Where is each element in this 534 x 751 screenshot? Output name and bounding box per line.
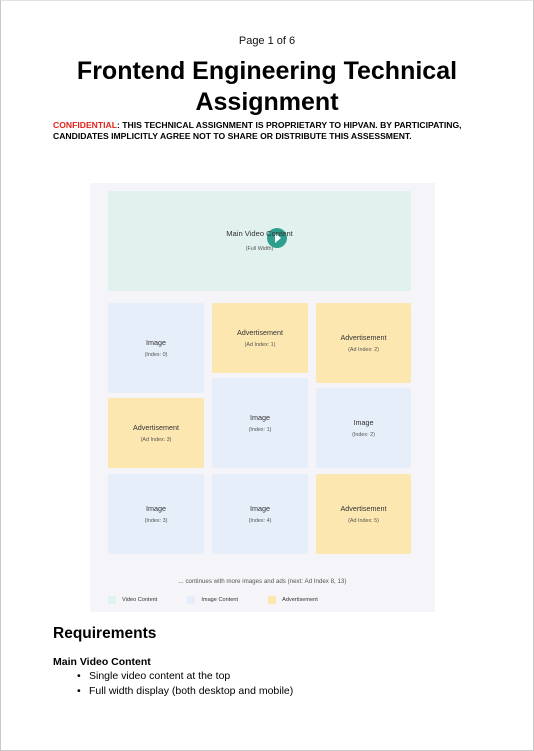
tile-index: (Ad Index: 5) — [348, 518, 379, 524]
tile-index: (Index: 0) — [144, 352, 168, 358]
list-item: Full width display (both desktop and mob… — [73, 684, 293, 699]
image-tile: Image (Index: 3) — [108, 474, 204, 554]
tile-label: Image — [250, 413, 270, 422]
legend-item-video: Video Content — [108, 596, 157, 604]
continues-note: ... continues with more images and ads (… — [178, 578, 347, 585]
tile-label: Image — [353, 418, 374, 427]
requirements-heading: Requirements — [53, 625, 157, 642]
confidential-label: CONFIDENTIAL — [53, 120, 117, 130]
document-page: Page 1 of 6 Frontend Engineering Technic… — [0, 0, 534, 751]
tile-label: Image — [146, 504, 166, 513]
tile-label: Advertisement — [340, 333, 387, 342]
list-item: Single video content at the top — [73, 669, 293, 684]
advertisement-tile: Advertisement (Ad Index: 2) — [316, 303, 411, 383]
image-tile: Image (Index: 0) — [108, 303, 204, 393]
tile-index: (Index: 1) — [248, 427, 272, 433]
legend-swatch — [268, 596, 277, 604]
image-tile: Image (Index: 1) — [212, 378, 308, 468]
layout-diagram: Main Video Content (Full Width) Image (I… — [90, 183, 435, 612]
legend: Video Content Image Content Advertisemen… — [108, 596, 348, 604]
tile-label: Advertisement — [237, 328, 283, 337]
advertisement-tile: Advertisement (Ad Index: 3) — [108, 398, 204, 468]
tile-label: Advertisement — [133, 423, 179, 432]
tile-label: Image — [146, 338, 166, 347]
requirements-list: Single video content at the top Full wid… — [73, 669, 293, 699]
tile-label: Advertisement — [340, 504, 387, 513]
confidential-notice: CONFIDENTIAL: THIS TECHNICAL ASSIGNMENT … — [53, 120, 493, 141]
video-content-block: Main Video Content (Full Width) — [108, 191, 411, 291]
tile-index: (Ad Index: 1) — [244, 342, 276, 348]
legend-item-image: Image Content — [187, 596, 238, 604]
legend-label: Video Content — [122, 597, 158, 603]
advertisement-tile: Advertisement (Ad Index: 5) — [316, 474, 411, 554]
tile-index: (Index: 4) — [248, 518, 272, 524]
document-title: Frontend Engineering Technical Assignmen… — [76, 57, 458, 116]
tile-index: (Index: 2) — [352, 432, 375, 438]
requirements-subheading: Main Video Content — [53, 656, 151, 668]
image-tile: Image (Index: 2) — [316, 388, 411, 468]
page-number: Page 1 of 6 — [238, 35, 296, 47]
legend-label: Advertisement — [282, 597, 318, 603]
legend-swatch — [187, 596, 196, 604]
advertisement-tile: Advertisement (Ad Index: 1) — [212, 303, 308, 373]
video-label: Main Video Content — [226, 228, 293, 238]
tile-index: (Ad Index: 3) — [140, 437, 172, 443]
legend-label: Image Content — [201, 597, 239, 603]
legend-swatch — [108, 596, 116, 604]
image-tile: Image (Index: 4) — [212, 474, 308, 554]
legend-item-advertisement: Advertisement — [268, 596, 318, 604]
tile-index: (Index: 3) — [144, 518, 168, 524]
video-sublabel: (Full Width) — [245, 245, 274, 252]
tile-label: Image — [250, 504, 270, 513]
tile-index: (Ad Index: 2) — [348, 347, 379, 353]
